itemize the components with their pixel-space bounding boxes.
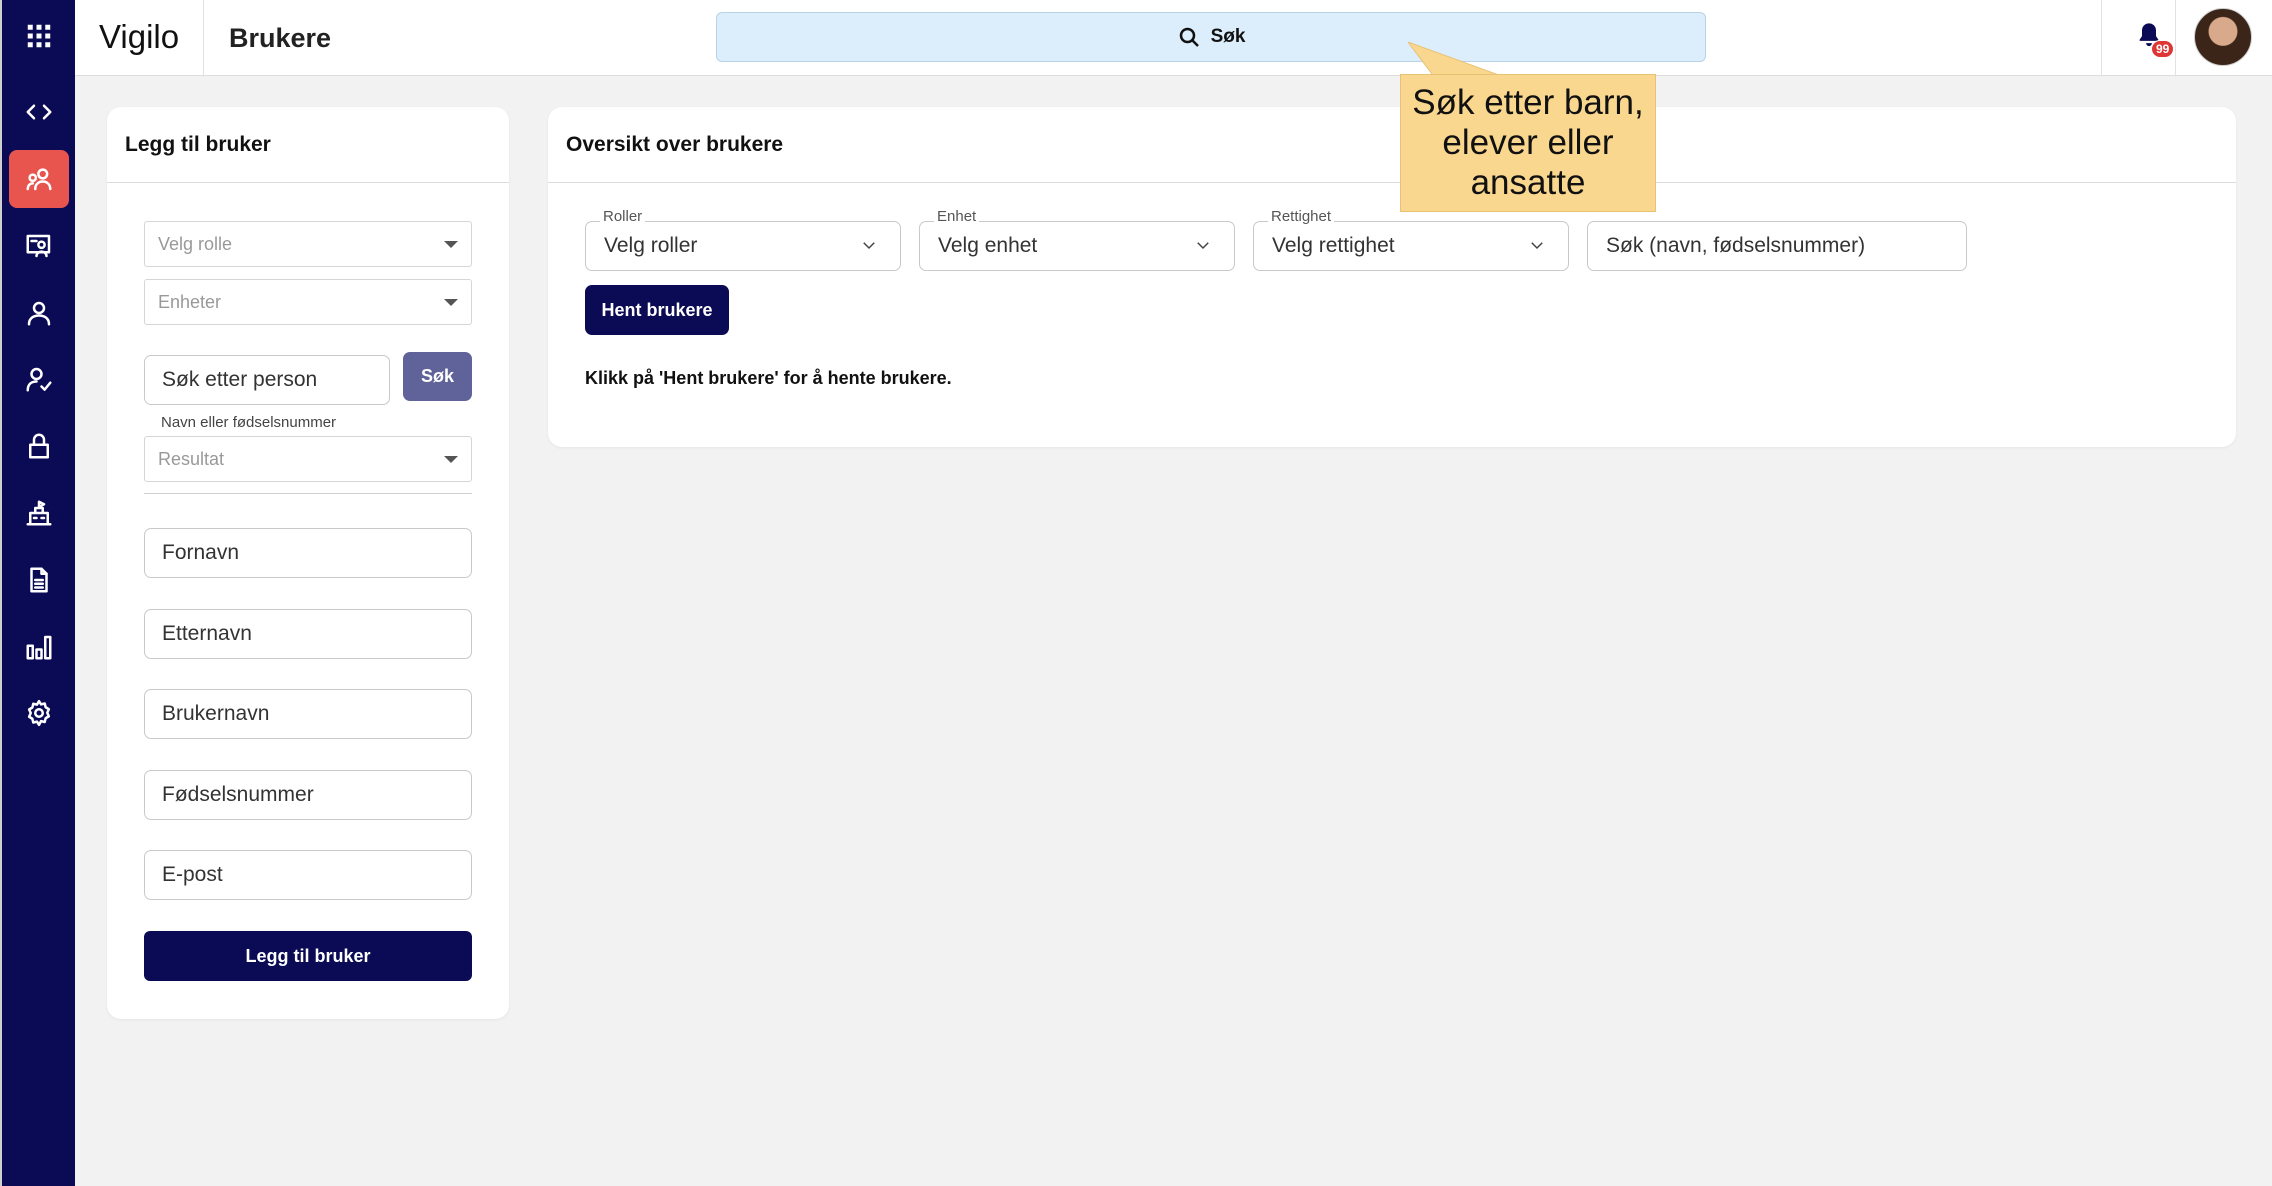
caret-down-icon xyxy=(444,299,458,306)
roles-filter[interactable]: Roller Velg roller xyxy=(585,208,901,271)
unit-filter-value: Velg enhet xyxy=(938,234,1038,257)
roles-filter-label: Roller xyxy=(600,208,646,225)
sidebar xyxy=(0,0,75,1186)
result-select[interactable]: Resultat xyxy=(144,436,472,482)
divider xyxy=(2175,0,2176,75)
bar-chart-icon[interactable] xyxy=(9,618,69,676)
add-user-card: Legg til bruker Velg rolle Enheter Søk e… xyxy=(107,107,509,1019)
person-search-hint: Navn eller fødselsnummer xyxy=(161,414,337,431)
person-search-input[interactable]: Søk etter person xyxy=(144,355,390,405)
search-label: Søk xyxy=(1210,26,1246,47)
avatar[interactable] xyxy=(2194,8,2252,66)
username-field[interactable]: Brukernavn xyxy=(144,689,472,739)
fetch-users-button[interactable]: Hent brukere xyxy=(585,285,729,335)
code-icon[interactable] xyxy=(9,83,69,141)
role-select-value: Velg rolle xyxy=(158,233,233,254)
page-title: Brukere xyxy=(229,23,332,53)
user-search-input[interactable]: Søk (navn, fødselsnummer) xyxy=(1587,221,1967,271)
person-search-button[interactable]: Søk xyxy=(403,352,472,401)
add-user-title: Legg til bruker xyxy=(107,107,509,183)
add-user-button[interactable]: Legg til bruker xyxy=(144,931,472,981)
ssn-field[interactable]: Fødselsnummer xyxy=(144,770,472,820)
global-search-bar[interactable]: Søk xyxy=(716,12,1706,62)
role-select[interactable]: Velg rolle xyxy=(144,221,472,267)
top-bar: Vigilo Brukere Søk 99 xyxy=(75,0,2272,76)
app-brand[interactable]: Vigilo xyxy=(99,18,179,56)
users-overview-card: Oversikt over brukere Roller Velg roller… xyxy=(548,107,2236,447)
search-icon xyxy=(1179,27,1199,47)
notifications-button[interactable]: 99 xyxy=(2135,20,2175,58)
divider xyxy=(203,0,204,75)
lock-icon[interactable] xyxy=(9,417,69,475)
result-select-value: Resultat xyxy=(158,448,225,469)
email-field[interactable]: E-post xyxy=(144,850,472,900)
users-icon[interactable] xyxy=(9,150,69,208)
divider xyxy=(144,493,472,494)
permission-filter[interactable]: Rettighet Velg rettighet xyxy=(1253,208,1569,271)
firstname-field[interactable]: Fornavn xyxy=(144,528,472,578)
gear-icon[interactable] xyxy=(9,684,69,742)
notification-badge: 99 xyxy=(2151,40,2175,58)
user-check-icon[interactable] xyxy=(9,350,69,408)
school-icon[interactable] xyxy=(9,484,69,542)
chevron-down-icon xyxy=(1528,236,1546,254)
unit-filter-label: Enhet xyxy=(934,208,980,225)
presentation-icon[interactable] xyxy=(9,217,69,275)
lastname-field[interactable]: Etternavn xyxy=(144,609,472,659)
chevron-down-icon xyxy=(860,236,878,254)
caret-down-icon xyxy=(444,456,458,463)
permission-filter-value: Velg rettighet xyxy=(1272,234,1395,257)
search-tooltip: Søk etter barn, elever eller ansatte xyxy=(1400,74,1656,212)
chevron-down-icon xyxy=(1194,236,1212,254)
units-select[interactable]: Enheter xyxy=(144,279,472,325)
overview-title: Oversikt over brukere xyxy=(548,107,2236,183)
units-select-value: Enheter xyxy=(158,291,222,312)
unit-filter[interactable]: Enhet Velg enhet xyxy=(919,208,1235,271)
apps-grid-icon[interactable] xyxy=(9,7,69,65)
caret-down-icon xyxy=(444,241,458,248)
user-icon[interactable] xyxy=(9,284,69,342)
document-icon[interactable] xyxy=(9,551,69,609)
divider xyxy=(2101,0,2102,75)
roles-filter-value: Velg roller xyxy=(604,234,698,257)
fetch-hint-text: Klikk på 'Hent brukere' for å hente bruk… xyxy=(585,368,952,388)
permission-filter-label: Rettighet xyxy=(1268,208,1335,225)
